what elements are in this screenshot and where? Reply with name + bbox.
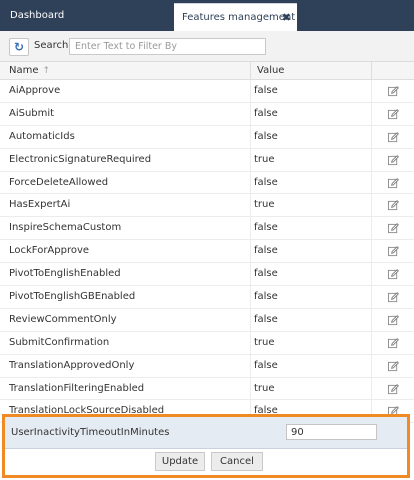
table-row[interactable]: TranslationApprovedOnly false	[0, 354, 414, 378]
feature-value: false	[251, 308, 372, 331]
edit-icon[interactable]	[388, 269, 399, 280]
feature-value: false	[251, 217, 372, 240]
edit-icon[interactable]	[388, 315, 399, 326]
feature-name: PivotToEnglishEnabled	[0, 263, 251, 286]
edit-icon[interactable]	[388, 86, 399, 97]
table-row[interactable]: AutomaticIds false	[0, 125, 414, 149]
table-row[interactable]: TranslationFilteringEnabled true	[0, 377, 414, 401]
feature-value: false	[251, 354, 372, 377]
edit-icon[interactable]	[388, 154, 399, 166]
grid-body: AiApprove false AiSubmit false AutomaticIds f…	[0, 80, 414, 424]
refresh-button[interactable]: ↻	[9, 38, 29, 56]
edit-icon[interactable]	[388, 109, 399, 120]
edit-icon[interactable]	[388, 200, 399, 211]
feature-name: ReviewCommentOnly	[0, 308, 251, 331]
table-row[interactable]: ForceDeleteAllowed false	[0, 171, 414, 195]
feature-value: true	[251, 377, 372, 400]
sort-ascending-icon: ↑	[42, 66, 51, 76]
table-row[interactable]: LockForApprove false	[0, 240, 414, 264]
feature-name: ElectronicSignatureRequired	[0, 148, 251, 171]
feature-value: false	[251, 125, 372, 148]
edit-row-name: UserInactivityTimeoutInMinutes	[11, 427, 170, 438]
feature-value: false	[251, 171, 372, 194]
feature-name: PivotToEnglishGBEnabled	[0, 286, 251, 309]
edit-value-input[interactable]	[286, 424, 377, 440]
column-header-name-label: Name	[9, 65, 39, 76]
feature-name: HasExpertAi	[0, 194, 251, 217]
feature-value: false	[251, 102, 372, 125]
edit-panel: UserInactivityTimeoutInMinutes Update Ca…	[2, 414, 410, 478]
edit-icon[interactable]	[388, 177, 399, 189]
feature-value: false	[251, 286, 372, 309]
table-row[interactable]: ElectronicSignatureRequired true	[0, 148, 414, 172]
table-row[interactable]: PivotToEnglishEnabled false	[0, 263, 414, 287]
feature-name: SubmitConfirmation	[0, 331, 251, 354]
grid-header: Name ↑ Value	[0, 62, 414, 80]
edit-actions: Update Cancel	[5, 449, 407, 475]
edit-icon[interactable]	[388, 223, 399, 234]
close-icon[interactable]: ✖	[282, 4, 291, 32]
column-header-name[interactable]: Name ↑	[0, 62, 251, 80]
tab-features-label: Features management	[182, 12, 296, 23]
cancel-button[interactable]: Cancel	[211, 452, 263, 471]
toolbar: ↻ Search:	[0, 31, 414, 62]
feature-value: false	[251, 240, 372, 263]
edit-icon[interactable]	[388, 383, 399, 395]
edit-icon[interactable]	[388, 292, 399, 303]
feature-name: TranslationFilteringEnabled	[0, 377, 251, 400]
feature-value: false	[251, 80, 372, 102]
feature-name: AiApprove	[0, 80, 251, 102]
table-row[interactable]: PivotToEnglishGBEnabled false	[0, 286, 414, 309]
feature-name: LockForApprove	[0, 240, 251, 263]
feature-name: ForceDeleteAllowed	[0, 171, 251, 194]
edit-icon[interactable]	[388, 246, 399, 257]
tab-features-management[interactable]: Features management ✖	[174, 3, 297, 31]
edit-row: UserInactivityTimeoutInMinutes	[5, 417, 407, 449]
table-row[interactable]: AiSubmit false	[0, 102, 414, 126]
feature-value: true	[251, 194, 372, 217]
edit-icon[interactable]	[388, 131, 399, 143]
table-row[interactable]: ReviewCommentOnly false	[0, 308, 414, 332]
table-row[interactable]: SubmitConfirmation true	[0, 331, 414, 355]
update-button[interactable]: Update	[155, 452, 205, 471]
table-row[interactable]: AiApprove false	[0, 80, 414, 103]
edit-icon[interactable]	[388, 360, 399, 372]
feature-name: InspireSchemaCustom	[0, 217, 251, 240]
feature-value: true	[251, 331, 372, 354]
tab-dashboard[interactable]: Dashboard	[0, 0, 174, 31]
column-header-value[interactable]: Value	[251, 62, 372, 80]
feature-name: TranslationApprovedOnly	[0, 354, 251, 377]
table-row[interactable]: InspireSchemaCustom false	[0, 217, 414, 241]
feature-value: false	[251, 263, 372, 286]
feature-value: true	[251, 148, 372, 171]
edit-icon[interactable]	[388, 337, 399, 349]
feature-name: AiSubmit	[0, 102, 251, 125]
table-row[interactable]: HasExpertAi true	[0, 194, 414, 218]
feature-name: AutomaticIds	[0, 125, 251, 148]
search-input[interactable]	[69, 38, 266, 55]
search-label: Search:	[34, 40, 72, 51]
tab-bar: Dashboard Features management ✖	[0, 0, 414, 31]
refresh-icon: ↻	[13, 40, 25, 54]
